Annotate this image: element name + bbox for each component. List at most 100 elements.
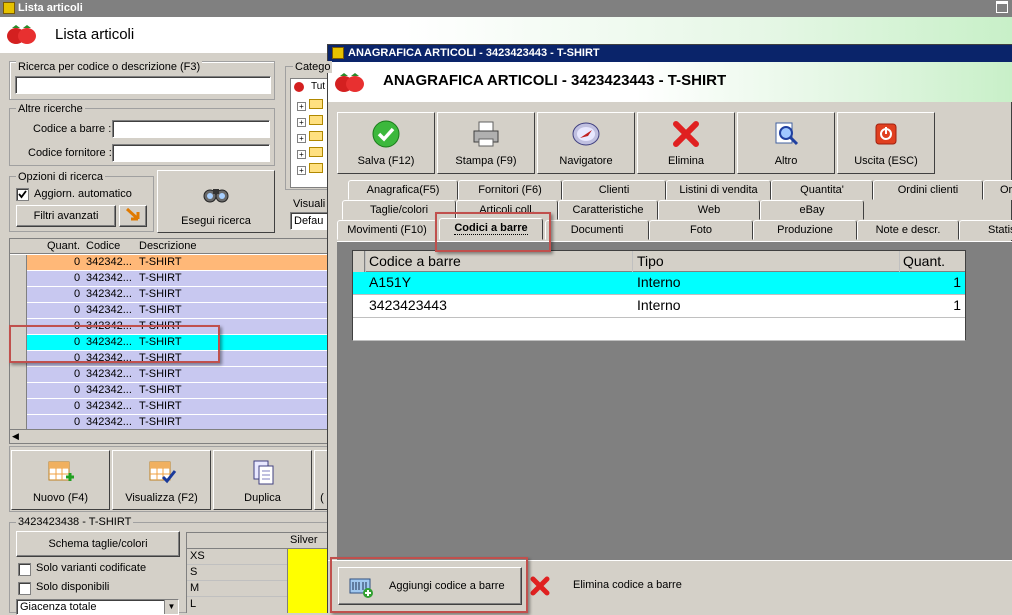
save-button[interactable]: Salva (F12) [337,112,435,174]
tab-web[interactable]: Web [658,200,760,220]
only-available-checkbox[interactable] [18,582,31,595]
barcode-row[interactable]: 3423423443 Interno 1 [353,295,965,318]
maximize-button[interactable] [996,1,1008,13]
qty-cell: 0 [74,272,81,284]
tab-label: Codici a barre [454,222,528,235]
tab-note-descr[interactable]: Note e descr. [857,220,959,240]
filter-arrow-button[interactable] [119,205,147,227]
tab-quantita[interactable]: Quantita' [771,180,873,200]
size-grid[interactable]: Silver XS S M L [186,532,331,613]
table-row[interactable]: 0 342342... T-SHIRT [10,399,328,415]
tab-produzione[interactable]: Produzione [753,220,857,240]
article-grid[interactable]: Quant. Codice Descrizione 0 342342... T-SH… [9,238,329,444]
supplier-code-input[interactable] [112,144,270,162]
size-color-scheme-button[interactable]: Schema taglie/colori [16,531,180,557]
tab-ordini-more[interactable]: Or [983,180,1012,200]
col-header-description[interactable]: Descrizione [139,240,196,252]
table-row[interactable]: 0 342342... T-SHIRT [10,335,328,351]
tab-statistiche[interactable]: Statis [959,220,1012,240]
tab-taglie-colori[interactable]: Taglie/colori [342,200,456,220]
table-row[interactable]: 0 342342... T-SHIRT [10,367,328,383]
col-header-type[interactable]: Tipo [637,253,664,269]
tree-node[interactable]: + [297,163,323,176]
row-indicator[interactable] [10,335,27,351]
tab-documenti[interactable]: Documenti [545,220,649,240]
tab-articoli-coll[interactable]: Articoli coll. [456,200,558,220]
tab-codici-a-barre[interactable]: Codici a barre [439,218,543,240]
add-barcode-icon [349,578,373,598]
table-row[interactable]: 0 342342... T-SHIRT [10,287,328,303]
tree-node[interactable]: + [297,131,323,144]
add-barcode-button[interactable]: Aggiungi codice a barre [338,567,522,605]
navigator-button[interactable]: Navigatore [537,112,635,174]
exit-button[interactable]: Uscita (ESC) [837,112,935,174]
main-window-title: Lista articoli [18,2,83,14]
other-button[interactable]: Altro [737,112,835,174]
tab-clienti[interactable]: Clienti [562,180,666,200]
barcode-search-input[interactable] [112,120,270,138]
print-button[interactable]: Stampa (F9) [437,112,535,174]
execute-search-button[interactable]: Esegui ricerca [157,170,275,233]
new-button[interactable]: Nuovo (F4) [11,450,110,510]
table-row[interactable]: 0 342342... T-SHIRT [10,351,328,367]
tab-ebay[interactable]: eBay [760,200,864,220]
printer-icon [473,121,499,147]
view-select-value: Defau [294,215,324,227]
description-cell: T-SHIRT [139,368,182,380]
row-indicator[interactable] [10,367,27,383]
tab-caratteristiche[interactable]: Caratteristiche [558,200,658,220]
dropdown-arrow-icon[interactable]: ▼ [164,600,178,614]
table-row[interactable]: 0 342342... T-SHIRT [10,271,328,287]
table-row[interactable]: 0 342342... T-SHIRT [10,255,328,271]
tab-fornitori[interactable]: Fornitori (F6) [458,180,562,200]
table-row[interactable]: 0 342342... T-SHIRT [10,383,328,399]
table-row[interactable]: 0 342342... T-SHIRT [10,319,328,335]
barcode-row-empty[interactable] [353,318,965,341]
scroll-left-icon[interactable]: ◀ [12,431,19,442]
row-indicator[interactable] [10,399,27,415]
tab-anagrafica[interactable]: Anagrafica(F5) [348,180,458,200]
delete-barcode-button[interactable]: Elimina codice a barre [523,567,718,605]
tab-listini[interactable]: Listini di vendita [666,180,771,200]
col-header-qty[interactable]: Quant. [47,240,80,252]
row-indicator[interactable] [10,287,27,303]
delete-button[interactable]: Elimina [637,112,735,174]
barcode-grid[interactable]: Codice a barre Tipo Quant. A151Y Interno… [352,250,966,341]
categories-tree[interactable]: Tut + + + + + [290,78,330,188]
col-header-barcode[interactable]: Codice a barre [369,253,461,269]
view-button[interactable]: Visualizza (F2) [112,450,211,510]
row-indicator[interactable] [10,319,27,335]
tree-node[interactable]: + [297,99,323,112]
print-label: Stampa (F9) [455,155,517,167]
size-qty-cells[interactable] [287,549,331,613]
tree-node[interactable]: + [297,115,323,128]
row-indicator[interactable] [10,271,27,287]
row-indicator[interactable] [10,383,27,399]
tab-ordini-clienti[interactable]: Ordini clienti [873,180,983,200]
advanced-filters-button[interactable]: Filtri avanzati [16,205,116,227]
barcode-row[interactable]: A151Y Interno 1 [353,272,965,295]
row-indicator[interactable] [10,303,27,319]
red-x-icon [673,121,699,147]
col-header-qty[interactable]: Quant. [903,253,945,269]
auto-update-checkbox[interactable] [16,188,29,201]
tab-foto[interactable]: Foto [649,220,753,240]
row-indicator[interactable] [10,255,27,271]
search-code-input[interactable] [15,76,271,94]
horizontal-scrollbar[interactable]: ◀ [10,429,328,443]
tab-movimenti[interactable]: Movimenti (F10) [337,220,437,240]
qty-cell: 0 [74,352,81,364]
table-row[interactable]: 0 342342... T-SHIRT [10,303,328,319]
tree-node[interactable]: + [297,147,323,160]
view-button-label: Visualizza (F2) [125,492,198,504]
tab-label: Ordini clienti [897,184,959,196]
col-header-code[interactable]: Codice [86,240,120,252]
view-select[interactable]: Defau [290,212,330,230]
tab-label: Documenti [570,224,624,236]
only-coded-variants-label: Solo varianti codificate [36,562,147,574]
only-coded-variants-checkbox[interactable] [18,563,31,576]
app-icon [3,2,15,14]
duplicate-button[interactable]: Duplica [213,450,312,510]
code-cell: 342342... [86,352,132,364]
row-indicator[interactable] [10,351,27,367]
